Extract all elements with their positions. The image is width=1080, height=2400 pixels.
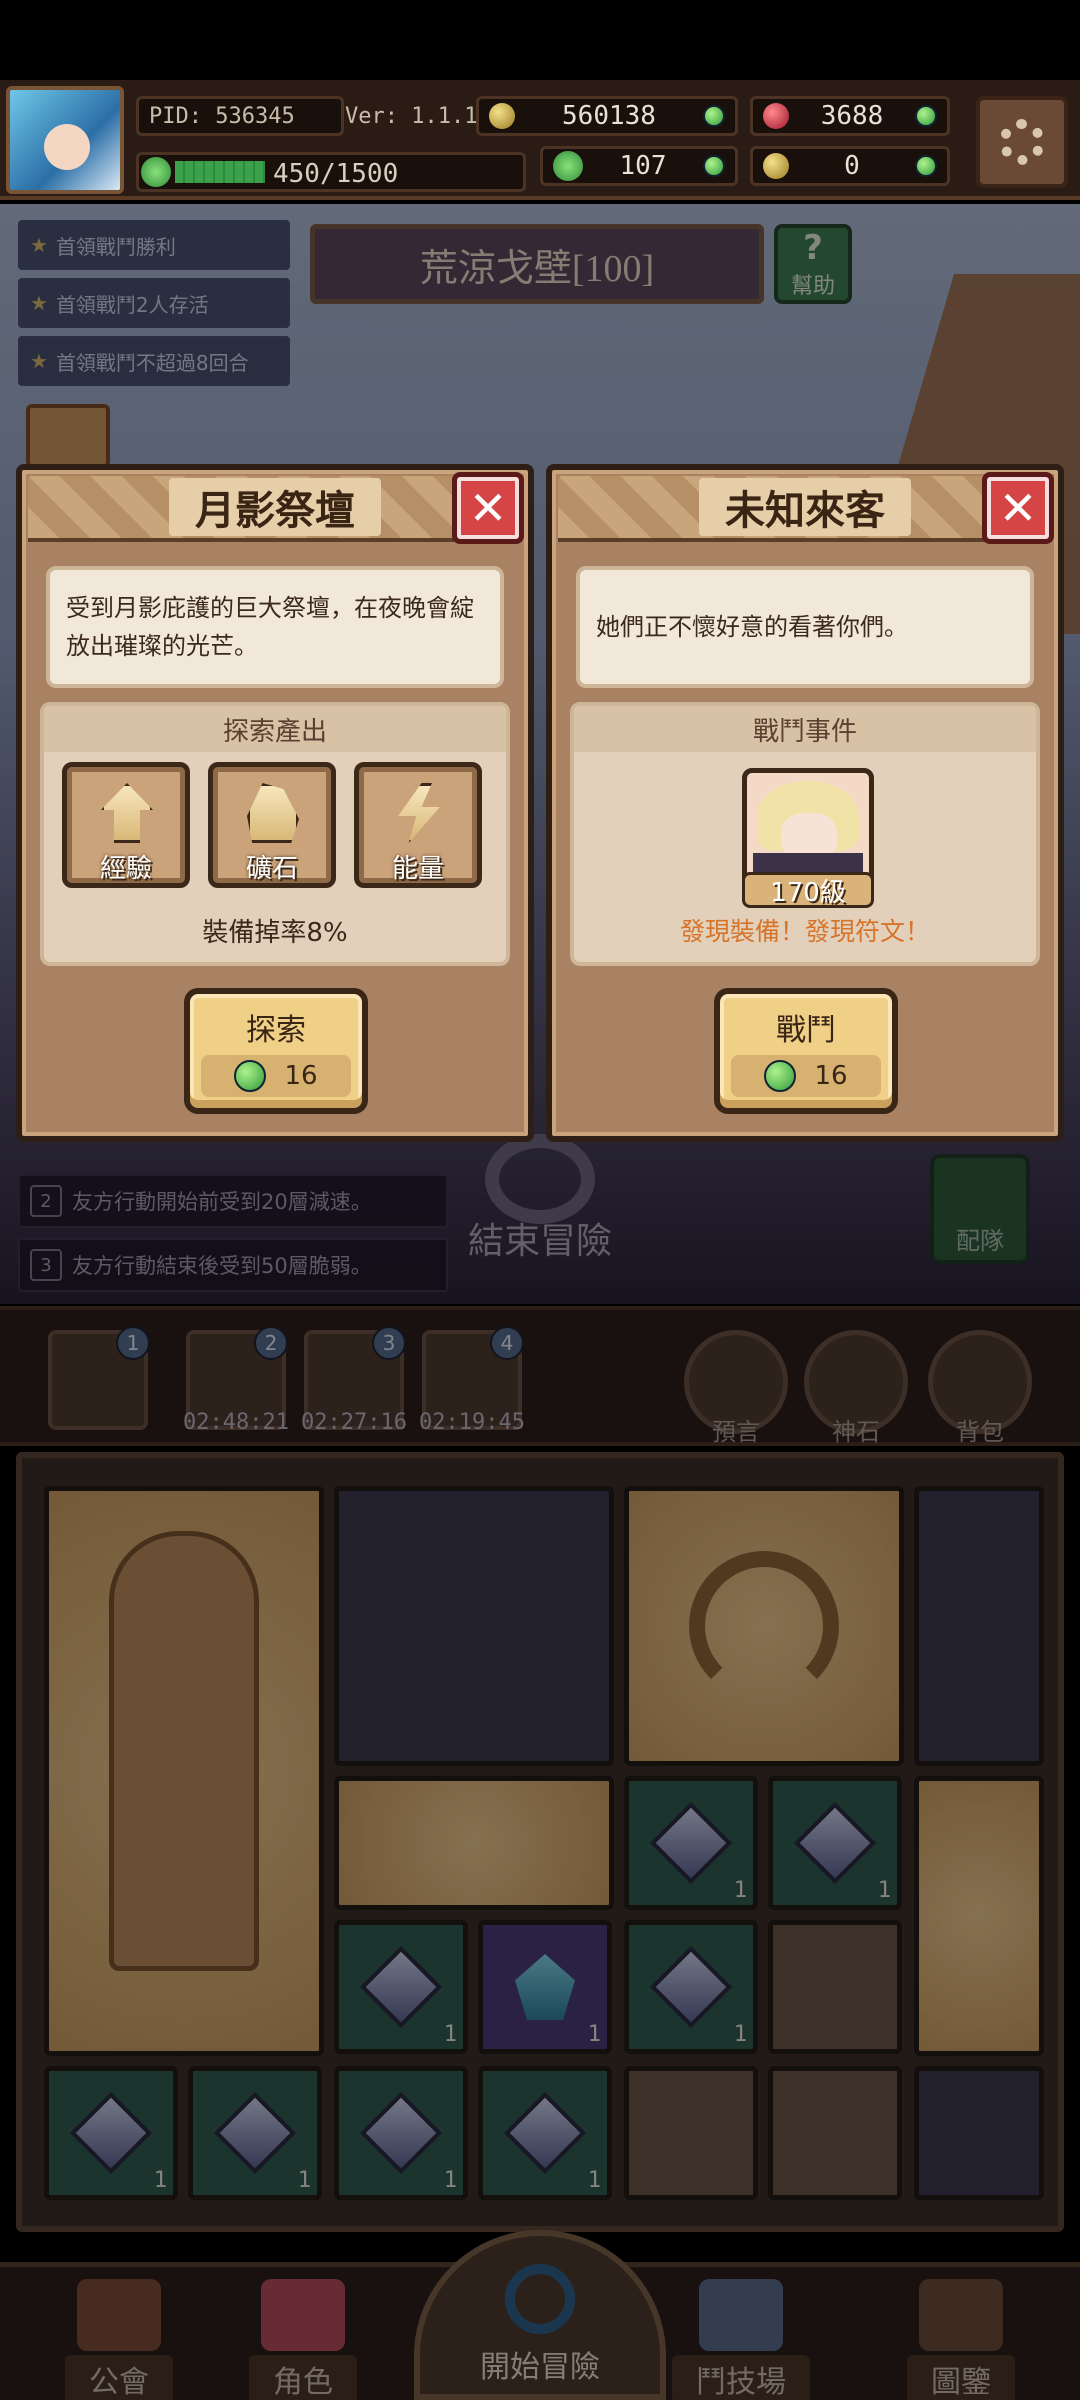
output-ore[interactable]: 礦石 [208, 762, 336, 888]
green-gem-icon [764, 1060, 797, 1092]
enemy-level-badge: 170級 [742, 872, 874, 908]
player-avatar[interactable] [6, 86, 124, 194]
gold-counter: 560138 [476, 96, 738, 136]
panel-title: 月影祭壇 [169, 478, 381, 536]
lightning-icon [398, 783, 440, 843]
key-counter: 0 [750, 146, 950, 186]
description-text: 她們正不懷好意的看著你們。 [596, 613, 908, 641]
section-heading: 戰鬥事件 [574, 706, 1036, 752]
output-label: 能量 [391, 854, 444, 884]
explore-cost: 16 [201, 1055, 351, 1097]
cost-value: 16 [814, 1061, 848, 1091]
event-panel-altar: 月影祭壇 ✕ 受到月影庇護的巨大祭壇，在夜晚會綻放出璀璨的光芒。 探索產出 經驗… [16, 464, 534, 1142]
output-experience[interactable]: 經驗 [62, 762, 190, 888]
panel-description: 受到月影庇護的巨大祭壇，在夜晚會綻放出璀璨的光芒。 [46, 566, 504, 688]
panel-description: 她們正不懷好意的看著你們。 [576, 566, 1034, 688]
battle-button[interactable]: 戰鬥 16 [714, 988, 898, 1114]
clover-value: 107 [619, 151, 667, 181]
experience-text: 450/1500 [273, 159, 399, 189]
red-gem-value: 3688 [820, 101, 884, 131]
close-button[interactable]: ✕ [452, 472, 524, 544]
add-gold-icon[interactable] [702, 105, 725, 127]
panel-title: 未知來客 [699, 478, 911, 536]
experience-fill [175, 161, 265, 183]
drop-rate-text: 裝備掉率8% [202, 918, 348, 948]
explore-button[interactable]: 探索 16 [184, 988, 368, 1114]
pid-text: PID: 536345 [149, 103, 295, 129]
event-panel-visitor: 未知來客 ✕ 她們正不懷好意的看著你們。 戰鬥事件 170級 發現裝備！發現符文… [546, 464, 1064, 1142]
add-red-gem-icon[interactable] [915, 105, 937, 127]
gold-icon [489, 103, 515, 129]
clover-icon [553, 151, 583, 181]
add-key-icon[interactable] [915, 155, 937, 177]
section-title: 探索產出 [222, 716, 327, 747]
close-icon: ✕ [998, 481, 1038, 535]
enemy-level: 170級 [770, 877, 846, 908]
cost-value: 16 [284, 1061, 318, 1091]
clover-counter: 107 [540, 146, 738, 186]
key-value: 0 [844, 151, 860, 181]
experience-arrow-icon [101, 783, 153, 843]
output-energy[interactable]: 能量 [354, 762, 482, 888]
close-icon: ✕ [468, 481, 508, 535]
gear-icon [999, 119, 1045, 165]
section-heading: 探索產出 [44, 706, 506, 752]
green-gem-icon [234, 1060, 267, 1092]
red-gem-icon [763, 103, 789, 129]
settings-button[interactable] [976, 96, 1068, 188]
add-clover-icon[interactable] [703, 155, 725, 177]
discover-text: 發現裝備！發現符文！ [679, 917, 930, 946]
gold-value: 560138 [562, 101, 656, 131]
panel-header: 月影祭壇 [28, 476, 522, 542]
panel-header: 未知來客 [558, 476, 1052, 542]
exp-icon [141, 157, 171, 187]
output-label: 經驗 [99, 854, 152, 884]
key-icon [763, 153, 789, 179]
close-button[interactable]: ✕ [982, 472, 1054, 544]
section-title: 戰鬥事件 [752, 716, 857, 747]
top-status-bar: PID: 536345 Ver: 1.1.1.7 560138 3688 450… [0, 80, 1080, 200]
experience-bar: 450/1500 [136, 152, 526, 192]
battle-event-box: 戰鬥事件 170級 發現裝備！發現符文！ [570, 702, 1040, 966]
exploration-output-box: 探索產出 經驗 礦石 能量 裝備掉率8% [40, 702, 510, 966]
ore-icon [247, 783, 299, 843]
battle-cost: 16 [731, 1055, 881, 1097]
output-label: 礦石 [245, 854, 298, 884]
pid-label: PID: 536345 [136, 96, 344, 136]
description-text: 受到月影庇護的巨大祭壇，在夜晚會綻放出璀璨的光芒。 [66, 594, 474, 660]
battle-label: 戰鬥 [776, 1013, 836, 1048]
explore-label: 探索 [246, 1013, 306, 1048]
red-gem-counter: 3688 [750, 96, 950, 136]
